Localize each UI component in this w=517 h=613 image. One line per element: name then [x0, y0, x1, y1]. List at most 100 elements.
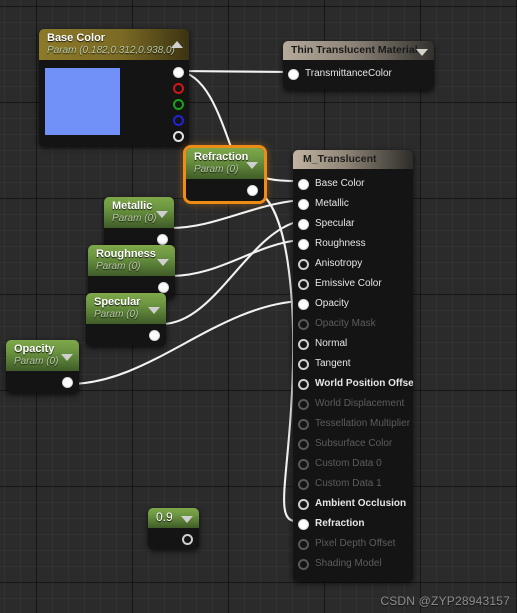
input-pin-row[interactable]: Opacity: [293, 294, 413, 314]
input-pin-row[interactable]: Emissive Color: [293, 274, 413, 294]
input-pin[interactable]: [298, 459, 309, 471]
node-title: Roughness: [96, 248, 156, 260]
node-header[interactable]: Opacity Param (0): [6, 340, 79, 372]
input-pin-label: Custom Data 0: [315, 458, 382, 470]
node-m-translucent[interactable]: M_Translucent Base Color Metallic Specular…: [293, 150, 413, 582]
input-pin-label: Base Color: [315, 178, 365, 190]
input-pin-row[interactable]: Ambient Occlusion: [293, 494, 413, 514]
output-pin[interactable]: [182, 533, 193, 545]
input-pin-row[interactable]: Tangent: [293, 354, 413, 374]
chevron-up-icon[interactable]: [171, 40, 183, 48]
node-subtitle: Param (0): [112, 212, 157, 224]
wire-basecolor-transmittance: [176, 69, 293, 74]
input-pin[interactable]: [298, 379, 309, 391]
node-metallic-param[interactable]: Metallic Param (0): [104, 197, 174, 251]
output-pin-b[interactable]: [173, 115, 184, 127]
input-pin[interactable]: [298, 179, 309, 191]
node-constant[interactable]: 0.9: [148, 508, 199, 549]
input-pin-row[interactable]: Refraction: [293, 514, 413, 534]
node-subtitle: Param (0): [194, 163, 239, 175]
chevron-down-icon[interactable]: [61, 353, 73, 361]
node-header[interactable]: Metallic Param (0): [104, 197, 174, 229]
output-pin-rgba[interactable]: [173, 67, 184, 79]
input-pin-label: Subsurface Color: [315, 438, 393, 450]
input-pin-row[interactable]: World Position Offset: [293, 374, 413, 394]
input-pin[interactable]: [298, 299, 309, 311]
input-pin[interactable]: [298, 259, 309, 271]
input-pin[interactable]: [288, 69, 299, 81]
input-pin[interactable]: [298, 239, 309, 251]
node-header[interactable]: Roughness Param (0): [88, 245, 175, 277]
input-pin[interactable]: [298, 359, 309, 371]
input-pin-label: Refraction: [315, 518, 365, 530]
chevron-down-icon[interactable]: [157, 258, 169, 266]
color-swatch[interactable]: [45, 68, 120, 136]
input-pin-row[interactable]: Specular: [293, 214, 413, 234]
input-pin-label: World Displacement: [315, 398, 405, 410]
input-pin-row[interactable]: Opacity Mask: [293, 314, 413, 334]
node-thin-translucent-material[interactable]: Thin Translucent Material TransmittanceC…: [283, 41, 434, 91]
input-pin-row[interactable]: Normal: [293, 334, 413, 354]
chevron-down-icon[interactable]: [416, 48, 428, 56]
output-pin[interactable]: [158, 282, 169, 294]
node-base-color[interactable]: Base Color Param (0.182,0.312,0.938,0): [39, 29, 189, 147]
input-pin[interactable]: [298, 499, 309, 511]
input-pin-row[interactable]: Shading Model: [293, 554, 413, 574]
input-pin[interactable]: [298, 539, 309, 551]
input-pin[interactable]: [298, 279, 309, 291]
chevron-down-icon[interactable]: [156, 210, 168, 218]
output-pin[interactable]: [247, 185, 258, 197]
input-pin-label: Roughness: [315, 238, 366, 250]
input-pin[interactable]: [298, 419, 309, 431]
input-pin-row[interactable]: Subsurface Color: [293, 434, 413, 454]
input-pin-row[interactable]: Metallic: [293, 194, 413, 214]
chevron-down-icon[interactable]: [181, 515, 193, 523]
chevron-down-icon[interactable]: [246, 161, 258, 169]
node-header[interactable]: 0.9: [148, 508, 199, 528]
output-pin-r[interactable]: [173, 83, 184, 95]
node-header[interactable]: Thin Translucent Material: [283, 41, 434, 61]
input-pin[interactable]: [298, 219, 309, 231]
input-pin-row[interactable]: Base Color: [293, 174, 413, 194]
input-pin-label: Pixel Depth Offset: [315, 538, 396, 550]
input-pin[interactable]: [298, 439, 309, 451]
input-pin-row[interactable]: Custom Data 0: [293, 454, 413, 474]
node-specular-param[interactable]: Specular Param (0): [86, 293, 166, 347]
input-pin[interactable]: [298, 399, 309, 411]
output-pin-g[interactable]: [173, 99, 184, 111]
node-title: Specular: [94, 296, 141, 308]
input-pin-row[interactable]: Anisotropy: [293, 254, 413, 274]
wire-specular: [160, 219, 302, 326]
node-opacity-param[interactable]: Opacity Param (0): [6, 340, 79, 394]
input-pin-row[interactable]: Roughness: [293, 234, 413, 254]
node-refraction-param[interactable]: Refraction Param (0): [186, 148, 264, 202]
input-pin-row[interactable]: World Displacement: [293, 394, 413, 414]
input-pin-label: Emissive Color: [315, 278, 382, 290]
input-pin-row[interactable]: Custom Data 1: [293, 474, 413, 494]
input-pin[interactable]: [298, 559, 309, 571]
output-pin-a[interactable]: [173, 131, 184, 143]
input-pin[interactable]: [298, 199, 309, 211]
input-pin-label: Tessellation Multiplier: [315, 418, 411, 430]
node-header[interactable]: Specular Param (0): [86, 293, 166, 325]
input-pin-row[interactable]: Tessellation Multiplier: [293, 414, 413, 434]
output-pin[interactable]: [157, 234, 168, 246]
chevron-down-icon[interactable]: [148, 306, 160, 314]
output-pin[interactable]: [62, 377, 73, 389]
input-pin-row[interactable]: TransmittanceColor: [283, 64, 434, 84]
node-header[interactable]: Refraction Param (0): [186, 148, 264, 180]
node-title: M_Translucent: [303, 153, 377, 165]
node-body: [6, 371, 79, 394]
material-graph-canvas[interactable]: Base Color Param (0.182,0.312,0.938,0) T…: [0, 0, 517, 613]
node-header[interactable]: M_Translucent: [293, 150, 413, 170]
input-pin[interactable]: [298, 479, 309, 491]
node-roughness-param[interactable]: Roughness Param (0): [88, 245, 175, 299]
input-pin[interactable]: [298, 339, 309, 351]
node-header[interactable]: Base Color Param (0.182,0.312,0.938,0): [39, 29, 189, 61]
input-pin[interactable]: [298, 319, 309, 331]
node-title: 0.9: [156, 510, 173, 524]
input-pin[interactable]: [298, 519, 309, 531]
input-pin-row[interactable]: Pixel Depth Offset: [293, 534, 413, 554]
node-subtitle: Param (0.182,0.312,0.938,0): [47, 44, 175, 56]
output-pin[interactable]: [149, 330, 160, 342]
